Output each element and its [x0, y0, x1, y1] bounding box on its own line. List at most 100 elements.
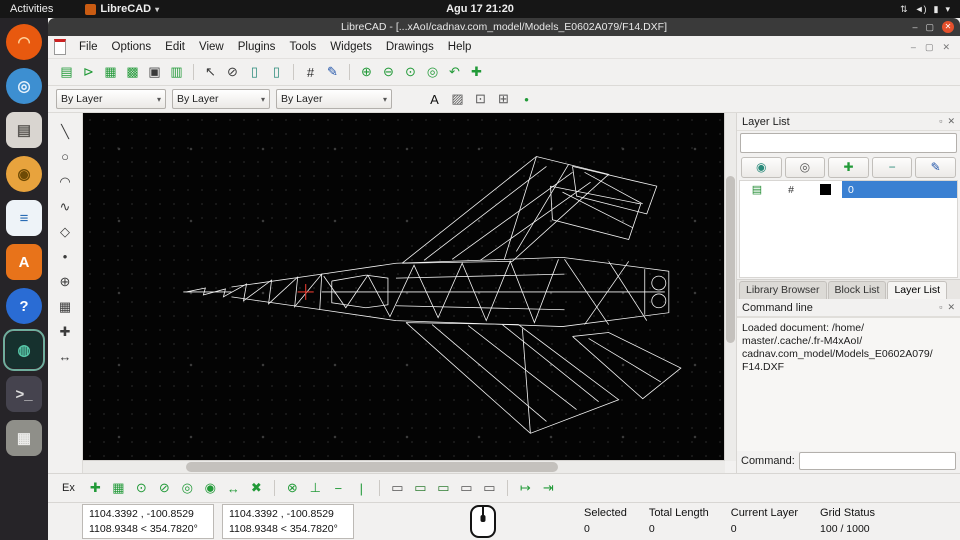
layer-color-swatch[interactable]	[808, 184, 842, 195]
dock-librecad[interactable]: ◍	[6, 332, 42, 368]
layer-construction-icon[interactable]: #	[774, 184, 808, 196]
zoom-in-button[interactable]: ⊕	[356, 62, 377, 83]
restrict-orthogonal-button[interactable]: ⊥	[305, 478, 326, 499]
zoom-pan-button[interactable]: ✚	[466, 62, 487, 83]
view-toggle-3-button[interactable]: ▭	[433, 478, 454, 499]
save-drawing-button[interactable]: ▦	[100, 62, 121, 83]
show-all-layers-button[interactable]: ◉	[741, 157, 782, 178]
layer-filter-input[interactable]	[740, 133, 957, 153]
point-marker-button[interactable]: •	[516, 89, 537, 110]
polygon-tool-button[interactable]: ◇	[54, 221, 76, 242]
horizontal-scrollbar-thumb[interactable]	[186, 462, 558, 472]
menu-view[interactable]: View	[192, 41, 231, 53]
restrict-horizontal-button[interactable]: −	[328, 478, 349, 499]
dimension-tool-button[interactable]: ↔	[54, 346, 76, 367]
menu-drawings[interactable]: Drawings	[379, 41, 441, 53]
pen-width-combo[interactable]: By Layer ▾	[172, 89, 270, 109]
hatch-palette-button[interactable]: ▦	[54, 296, 76, 317]
view-toggle-1-button[interactable]: ▭	[387, 478, 408, 499]
selection-pointer-button[interactable]: ↖	[200, 62, 221, 83]
dock-files[interactable]: ▤	[6, 112, 42, 148]
open-drawing-button[interactable]: ⊳	[78, 62, 99, 83]
zoom-auto-button[interactable]: ⊙	[400, 62, 421, 83]
arc-tool-button[interactable]: ◠	[54, 171, 76, 192]
float-dock-button[interactable]: ▫	[939, 302, 942, 313]
tab-block-list[interactable]: Block List	[828, 281, 887, 299]
left-dock-toggle-button[interactable]: ▯	[244, 62, 265, 83]
tab-layer-list[interactable]: Layer List	[887, 281, 947, 299]
restrict-nothing-button[interactable]: ⊗	[282, 478, 303, 499]
new-drawing-button[interactable]: ▤	[56, 62, 77, 83]
menu-help[interactable]: Help	[441, 41, 479, 53]
insert-tool-button[interactable]: ⊕	[54, 271, 76, 292]
menu-plugins[interactable]: Plugins	[231, 41, 283, 53]
menu-edit[interactable]: Edit	[158, 41, 192, 53]
chevron-down-icon[interactable]: ▾	[945, 4, 950, 15]
snap-distance-button[interactable]: ↔	[223, 478, 244, 499]
snap-free-button[interactable]: ✚	[85, 478, 106, 499]
dock-app-box[interactable]: ▦	[6, 420, 42, 456]
maximize-button[interactable]: ▢	[925, 23, 934, 32]
dock-firefox[interactable]: ◠	[6, 24, 42, 60]
circle-tool-button[interactable]: ○	[54, 146, 76, 167]
snap-middle-button[interactable]: ◉	[200, 478, 221, 499]
snap-on-entity-button[interactable]: ⊘	[154, 478, 175, 499]
close-dock-button[interactable]: ✕	[947, 116, 955, 127]
activities-button[interactable]: Activities	[0, 3, 63, 15]
battery-icon[interactable]: ▮	[934, 4, 939, 15]
minimize-button[interactable]: –	[912, 23, 917, 32]
dock-help[interactable]: ?	[6, 288, 42, 324]
zoom-previous-button[interactable]: ↶	[444, 62, 465, 83]
lock-relative-zero-button[interactable]: ⇥	[538, 478, 559, 499]
snap-endpoints-button[interactable]: ⊙	[131, 478, 152, 499]
menu-options[interactable]: Options	[105, 41, 159, 53]
volume-icon[interactable]: ◄)	[915, 4, 927, 14]
clear-selection-button[interactable]: ⊘	[222, 62, 243, 83]
layer-name[interactable]: 0	[842, 181, 957, 198]
menu-widgets[interactable]: Widgets	[323, 41, 379, 53]
snap-intersection-button[interactable]: ✖	[246, 478, 267, 499]
set-relative-zero-button[interactable]: ↦	[515, 478, 536, 499]
menu-file[interactable]: File	[72, 41, 105, 53]
close-dock-button[interactable]: ✕	[947, 302, 955, 313]
move-tool-button[interactable]: ✚	[54, 321, 76, 342]
view-toggle-4-button[interactable]: ▭	[456, 478, 477, 499]
mtext-tool-button[interactable]: A	[424, 89, 445, 110]
measure-tool-button[interactable]: ✎	[322, 62, 343, 83]
insert-image-button[interactable]: ⊡	[470, 89, 491, 110]
snap-grid-button[interactable]: ▦	[108, 478, 129, 499]
right-dock-toggle-button[interactable]: ▯	[266, 62, 287, 83]
save-as-button[interactable]: ▩	[122, 62, 143, 83]
child-close-button[interactable]: ✕	[942, 42, 950, 53]
window-title-bar[interactable]: LibreCAD - [...xAoI/cadnav.com_model/Mod…	[48, 18, 960, 36]
dock-media-player[interactable]: ◉	[6, 156, 42, 192]
insert-block-button[interactable]: ⊞	[493, 89, 514, 110]
child-minimize-button[interactable]: –	[911, 42, 916, 53]
remove-layer-button[interactable]: −	[872, 157, 913, 178]
grid-toggle-button[interactable]: #	[300, 62, 321, 83]
document-icon[interactable]	[54, 39, 66, 55]
dock-ubuntu-software[interactable]: A	[6, 244, 42, 280]
tab-library-browser[interactable]: Library Browser	[739, 281, 827, 299]
clock[interactable]: Agu 17 21:20	[446, 3, 514, 15]
spline-tool-button[interactable]: ∿	[54, 196, 76, 217]
snap-exclusive-toggle[interactable]: Ex	[62, 482, 75, 494]
zoom-window-button[interactable]: ◎	[422, 62, 443, 83]
line-tool-button[interactable]: ╲	[54, 121, 76, 142]
add-layer-button[interactable]: ✚	[828, 157, 869, 178]
app-menu-button[interactable]: LibreCAD ▾	[85, 3, 159, 15]
view-toggle-2-button[interactable]: ▭	[410, 478, 431, 499]
layer-print-icon[interactable]: ▤	[740, 183, 774, 196]
drawing-canvas[interactable]	[83, 113, 725, 461]
restrict-vertical-button[interactable]: |	[351, 478, 372, 499]
layer-list-titlebar[interactable]: Layer List ▫ ✕	[737, 113, 960, 131]
view-toggle-5-button[interactable]: ▭	[479, 478, 500, 499]
pen-linetype-combo[interactable]: By Layer ▾	[276, 89, 392, 109]
hide-all-layers-button[interactable]: ◎	[785, 157, 826, 178]
vertical-scrollbar[interactable]	[724, 113, 736, 461]
command-input[interactable]	[799, 452, 956, 470]
horizontal-scrollbar[interactable]	[83, 460, 725, 473]
print-button[interactable]: ▣	[144, 62, 165, 83]
snap-center-button[interactable]: ◎	[177, 478, 198, 499]
menu-tools[interactable]: Tools	[282, 41, 323, 53]
